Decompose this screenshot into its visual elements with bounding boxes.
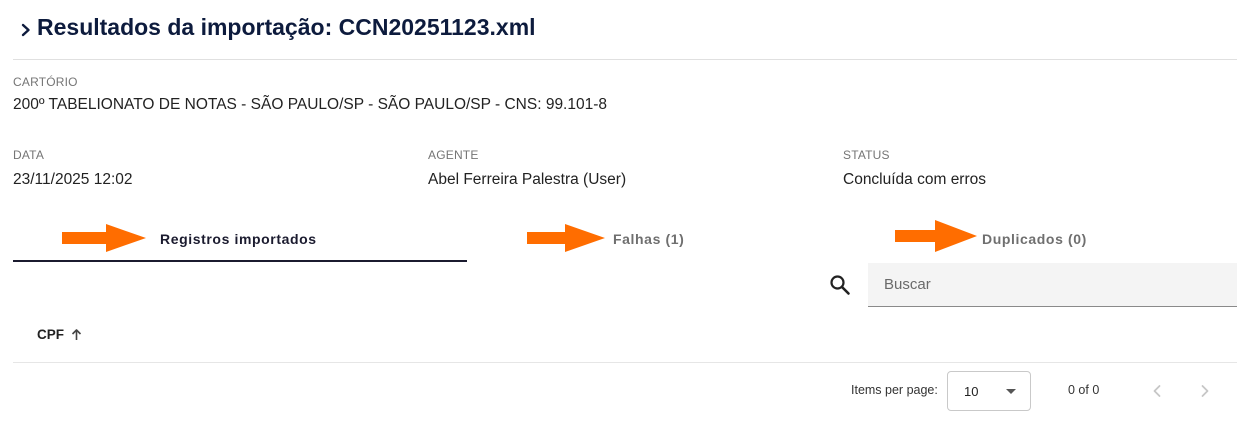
cartorio-label: CARTÓRIO xyxy=(13,75,78,89)
data-label: DATA xyxy=(13,148,45,162)
arrow-right-icon xyxy=(62,224,146,252)
active-tab-indicator xyxy=(13,260,467,262)
agente-label: AGENTE xyxy=(428,148,479,162)
items-per-page-label: Items per page: xyxy=(851,383,938,397)
items-per-page-value: 10 xyxy=(964,384,979,399)
arrow-right-icon xyxy=(527,224,605,252)
page-header: Resultados da importação: CCN20251123.xm… xyxy=(13,12,1237,60)
tab-falhas[interactable]: Falhas (1) xyxy=(467,214,851,262)
search-field[interactable] xyxy=(868,263,1237,307)
data-value: 23/11/2025 12:02 xyxy=(13,171,133,188)
search-input[interactable] xyxy=(868,263,1237,306)
column-header-cpf[interactable]: CPF xyxy=(37,324,82,344)
arrow-annotation xyxy=(895,220,977,252)
paginator-range-label: 0 of 0 xyxy=(1068,383,1100,397)
arrow-annotation xyxy=(62,224,146,252)
table-divider xyxy=(13,362,1237,363)
previous-page-icon[interactable] xyxy=(1145,379,1169,403)
next-page-icon[interactable] xyxy=(1193,379,1217,403)
tab-label: Falhas (1) xyxy=(613,231,685,247)
cartorio-value: 200º TABELIONATO DE NOTAS - SÃO PAULO/SP… xyxy=(13,96,608,113)
status-value: Concluída com erros xyxy=(843,171,987,188)
dropdown-caret-icon xyxy=(1006,389,1016,394)
arrow-right-icon xyxy=(895,220,977,252)
chevron-right-icon xyxy=(21,23,30,37)
arrow-annotation xyxy=(527,224,605,252)
page-title: Resultados da importação: CCN20251123.xm… xyxy=(37,14,536,40)
tab-label: Duplicados (0) xyxy=(982,231,1087,247)
status-label: STATUS xyxy=(843,148,890,162)
sort-ascending-icon xyxy=(71,328,82,340)
items-per-page-select[interactable]: 10 xyxy=(947,371,1031,411)
agente-value: Abel Ferreira Palestra (User) xyxy=(428,171,627,188)
tab-label: Registros importados xyxy=(160,231,317,247)
column-label: CPF xyxy=(37,326,64,342)
search-icon[interactable] xyxy=(829,274,851,296)
